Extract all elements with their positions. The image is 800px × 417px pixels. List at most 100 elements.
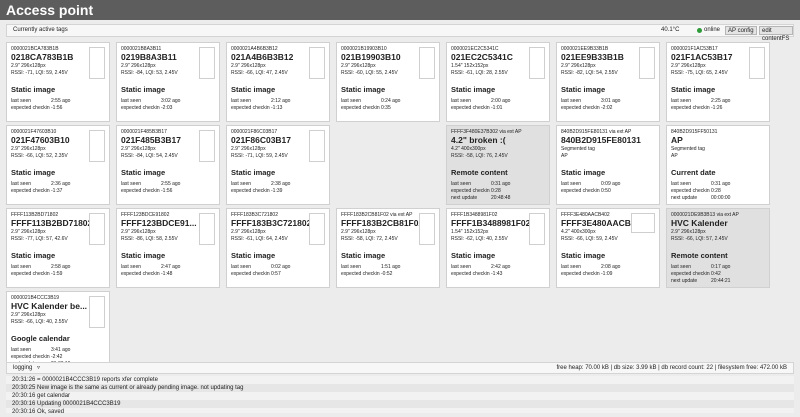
expected-checkin-value: -1:56 xyxy=(51,105,63,111)
tag-card[interactable]: FFFF113B2BD71802 FFFF113B2BD71802 2.9" 296… xyxy=(6,208,110,288)
tag-alias: 4.2" broken :( xyxy=(451,135,506,145)
tag-preview-image[interactable] xyxy=(419,47,435,79)
tag-display-size: 4.2" 400x300px xyxy=(561,229,596,235)
last-seen-label: last seen xyxy=(121,264,142,270)
tag-card[interactable]: 0000021BCA783B1B 0218CA783B1B 2.9" 296x128… xyxy=(6,42,110,122)
tag-preview-image[interactable] xyxy=(309,47,325,79)
tag-card[interactable]: 0000021EC2C5341C 021EC2C5341C 1.54" 152x15… xyxy=(446,42,550,122)
expected-checkin-value: -2:02 xyxy=(601,105,613,111)
last-seen-label: last seen xyxy=(671,98,692,104)
last-seen-value: 1:51 ago xyxy=(381,264,401,270)
tag-preview-image[interactable] xyxy=(89,47,105,79)
tag-content-type: Static image xyxy=(121,251,166,260)
tag-signal-info: RSSI: -61, LQI: 28, 2.55V xyxy=(451,70,508,76)
tag-card[interactable]: 0000021F485B3B17 021F485B3B17 2.9" 296x128… xyxy=(116,125,220,205)
log-entry: 20:30:16 Ok, saved xyxy=(12,409,65,415)
tag-preview-image[interactable] xyxy=(419,213,435,245)
tag-card[interactable]: 840B2D915FE80131 via ext AP 840B2D915FE80… xyxy=(556,125,660,205)
tag-content-type: Static image xyxy=(341,85,386,94)
tag-preview-image[interactable] xyxy=(639,47,655,79)
last-seen-value: 2:38 ago xyxy=(271,181,291,187)
log-entry: 20:30:16 get calendar xyxy=(12,393,71,399)
tag-alias: 021F86C03B17 xyxy=(231,135,292,145)
tag-alias: FFFF123BDCE91... xyxy=(121,218,197,228)
tag-content-type: Static image xyxy=(231,85,276,94)
expected-checkin-label: expected checkin xyxy=(231,188,270,194)
tag-content-type: Static image xyxy=(561,168,606,177)
tag-preview-image[interactable] xyxy=(89,130,105,162)
tag-preview-image[interactable] xyxy=(89,213,105,245)
edit-contentfs-button[interactable]: edit contentFS xyxy=(759,26,793,42)
last-seen-value: 0:24 ago xyxy=(381,98,401,104)
tag-card[interactable]: 840B2D915FF50131 AP Segmented tag AP Current… xyxy=(666,125,770,205)
online-status-dot-icon xyxy=(697,28,702,33)
tag-card[interactable]: FFFF183B3C721802 FFFF183B3C721802 2.9" 296… xyxy=(226,208,330,288)
tag-display-size: 2.9" 296x128px xyxy=(11,63,46,69)
expected-checkin-value: 0:42 xyxy=(711,271,721,277)
tag-preview-image[interactable] xyxy=(631,213,655,233)
expected-checkin-value: 0:28 xyxy=(491,188,501,194)
tag-card[interactable]: 0000021EE9B33B1B 021EE9B33B1B 2.9" 296x128… xyxy=(556,42,660,122)
last-seen-label: last seen xyxy=(451,264,472,270)
tag-preview-image[interactable] xyxy=(749,47,765,79)
tag-signal-info: AP xyxy=(561,153,568,159)
tag-preview-image[interactable] xyxy=(529,213,545,245)
tag-content-type: Static image xyxy=(11,168,56,177)
last-seen-label: last seen xyxy=(231,98,252,104)
last-seen-label: last seen xyxy=(451,181,472,187)
tag-alias: 021EC2C5341C xyxy=(451,52,513,62)
tag-signal-info: RSSI: -71, LQI: 59, 2.45V xyxy=(11,70,68,76)
tag-preview-image[interactable] xyxy=(89,296,105,328)
logging-title[interactable]: logging xyxy=(13,363,32,373)
tag-card[interactable]: 0000021B4CCC3B19 HVC Kalender be... 2.9" 2… xyxy=(6,291,110,371)
expected-checkin-label: expected checkin xyxy=(451,271,490,277)
expected-checkin-value: -1:09 xyxy=(601,271,613,277)
logging-chevron-down-icon[interactable]: ▿ xyxy=(37,363,40,373)
tag-preview-image[interactable] xyxy=(529,47,545,79)
last-seen-value: 3:41 ago xyxy=(51,347,71,353)
next-update-label: next update xyxy=(451,195,478,201)
tag-preview-image[interactable] xyxy=(199,213,215,245)
tag-card[interactable]: FFFF123BDCE91802 FFFF123BDCE91... 2.9" 296… xyxy=(116,208,220,288)
expected-checkin-value: -1:39 xyxy=(271,188,283,194)
tag-signal-info: RSSI: -66, LQI: 47, 2.45V xyxy=(231,70,288,76)
expected-checkin-value: -1:13 xyxy=(271,105,283,111)
tag-card[interactable]: FFFF1B3488981F02 FFFF1B3488981F02 1.54" 15… xyxy=(446,208,550,288)
tag-signal-info: RSSI: -58, LQI: 72, 2.45V xyxy=(341,236,398,242)
tag-card[interactable]: 0000021A4B6B3B12 021A4B6B3B12 2.9" 296x128… xyxy=(226,42,330,122)
tag-preview-image[interactable] xyxy=(309,213,325,245)
tag-content-type: Remote content xyxy=(671,251,728,260)
tag-signal-info: RSSI: -61, LQI: 64, 2.45V xyxy=(231,236,288,242)
expected-checkin-value: -1:01 xyxy=(491,105,503,111)
tag-card[interactable]: 0000021B19903B10 021B19903B10 2.9" 296x128… xyxy=(336,42,440,122)
tag-card[interactable]: 0000021F47603B10 021F47603B10 2.9" 296x128… xyxy=(6,125,110,205)
tag-card[interactable]: 0000021F86C03B17 021F86C03B17 2.9" 296x128… xyxy=(226,125,330,205)
ap-config-button[interactable]: AP config xyxy=(725,26,757,35)
tag-card[interactable]: FFFF3F480E37B302 via ext AP 4.2" broken :… xyxy=(446,125,550,205)
tag-signal-info: RSSI: -58, LQI: 76, 2.45V xyxy=(451,153,508,159)
tag-card[interactable]: 0000021DE9B3B13 via ext AP HVC Kalender 2.… xyxy=(666,208,770,288)
tag-card[interactable]: FFFF3E480AACB402 FFFF3E480AACB... 4.2" 400… xyxy=(556,208,660,288)
last-seen-value: 0:31 ago xyxy=(491,181,511,187)
tag-card[interactable]: 0000021F1AC53B17 021F1AC53B17 2.9" 296x128… xyxy=(666,42,770,122)
tag-content-type: Static image xyxy=(11,85,56,94)
tag-signal-info: RSSI: -71, LQI: 59, 2.45V xyxy=(231,153,288,159)
tag-signal-info: RSSI: -77, LQI: 57, 42.6V xyxy=(11,236,68,242)
tag-preview-image[interactable] xyxy=(199,130,215,162)
tag-content-type: Static image xyxy=(121,85,166,94)
tag-preview-image[interactable] xyxy=(309,130,325,162)
tag-signal-info: RSSI: -66, LQI: 59, 2.45V xyxy=(561,236,618,242)
tag-content-type: Google calendar xyxy=(11,334,70,343)
tag-card[interactable]: 0000021B8A3B11 0219B8A3B11 2.9" 296x128px R… xyxy=(116,42,220,122)
next-update-value: 00:00:00 xyxy=(711,195,731,201)
expected-checkin-value: -1:37 xyxy=(51,188,63,194)
tag-signal-info: RSSI: -82, LQI: 54, 2.55V xyxy=(561,70,618,76)
tag-preview-image[interactable] xyxy=(199,47,215,79)
expected-checkin-label: expected checkin xyxy=(671,271,710,277)
expected-checkin-value: 0:28 xyxy=(711,188,721,194)
tag-card[interactable]: FFFF183B2CB81F02 via ext AP FFFF183B2CB81… xyxy=(336,208,440,288)
tag-signal-info: RSSI: -62, LQI: 40, 2.55V xyxy=(451,236,508,242)
tag-alias: HVC Kalender be... xyxy=(11,301,88,311)
last-seen-value: 2:36 ago xyxy=(51,181,71,187)
last-seen-label: last seen xyxy=(11,181,32,187)
